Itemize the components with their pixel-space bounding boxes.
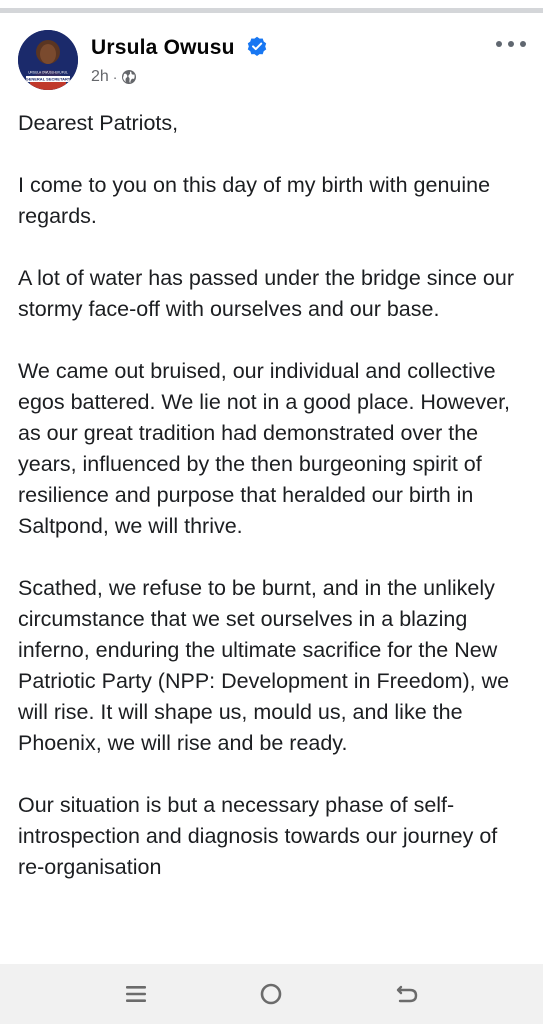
post-paragraph: We came out bruised, our individual and …: [18, 359, 511, 538]
recent-apps-icon[interactable]: [121, 979, 151, 1009]
post-header: URSULA OWUSU-EKUFUL GENERAL SECRETARY Ur…: [18, 30, 528, 94]
top-edge: [0, 0, 543, 8]
post-paragraph: Our situation is but a necessary phase o…: [18, 793, 498, 879]
verified-badge-icon: [247, 36, 267, 56]
more-options-icon[interactable]: [494, 34, 528, 54]
post-paragraph: Scathed, we refuse to be burnt, and in t…: [18, 576, 510, 755]
post-paragraph: I come to you on this day of my birth wi…: [18, 173, 491, 228]
post-paragraph: Dearest Patriots,: [18, 111, 179, 135]
author-name[interactable]: Ursula Owusu: [91, 36, 235, 60]
meta-separator: ·: [112, 69, 118, 85]
avatar-caption-1: URSULA OWUSU-EKUFUL: [28, 71, 68, 75]
back-icon[interactable]: [392, 979, 422, 1009]
post-paragraph: A lot of water has passed under the brid…: [18, 266, 515, 321]
avatar-caption-2: GENERAL SECRETARY: [26, 77, 71, 82]
feed-divider: [0, 8, 543, 13]
avatar[interactable]: URSULA OWUSU-EKUFUL GENERAL SECRETARY: [18, 30, 78, 90]
system-navigation-bar: [0, 964, 543, 1024]
globe-icon[interactable]: [121, 69, 137, 85]
post-body: Dearest Patriots, I come to you on this …: [18, 108, 528, 914]
post-time[interactable]: 2h: [91, 68, 109, 86]
post-meta: 2h ·: [91, 68, 137, 86]
home-icon[interactable]: [256, 979, 286, 1009]
